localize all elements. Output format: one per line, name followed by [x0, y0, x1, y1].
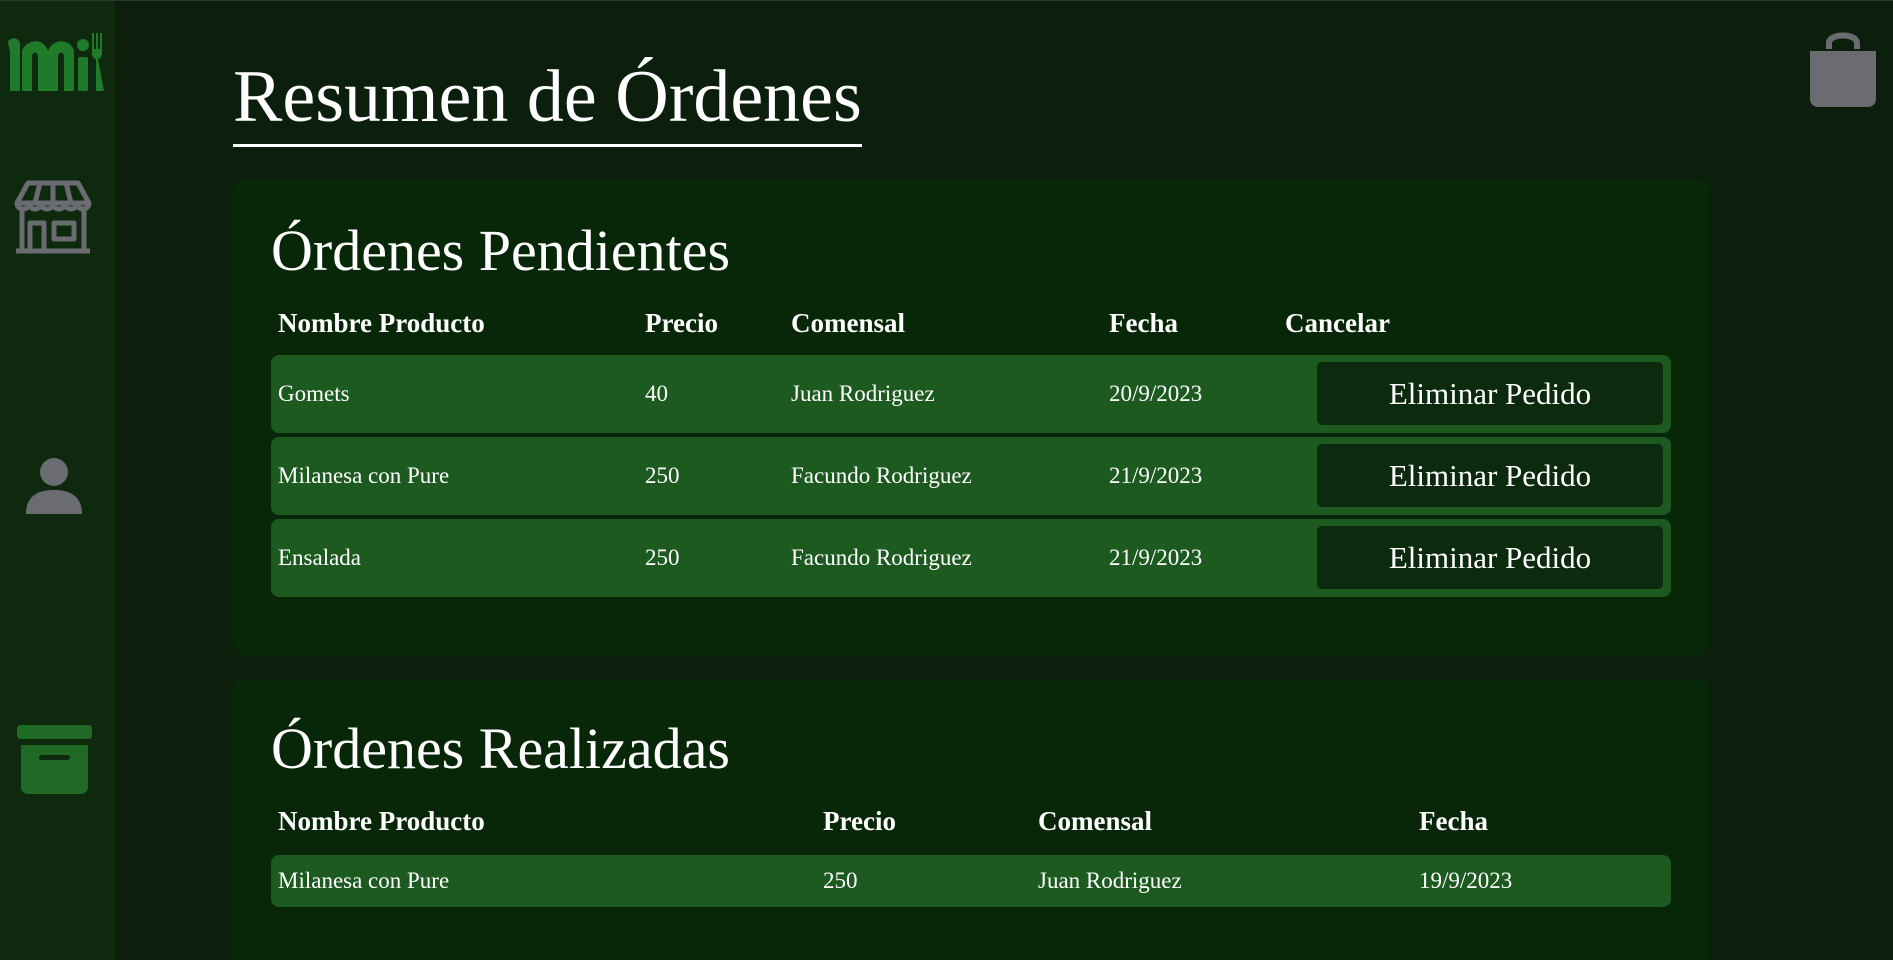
completed-orders-panel: Órdenes Realizadas Nombre Producto Preci… [233, 679, 1709, 960]
cell-date: 20/9/2023 [1109, 381, 1203, 406]
cell-price: 250 [645, 545, 680, 570]
cell-diner: Facundo Rodriguez [791, 545, 972, 570]
header-diner: Comensal [1038, 806, 1152, 836]
cell-price: 40 [645, 381, 668, 406]
header-date: Fecha [1419, 806, 1488, 836]
header-cancel: Cancelar [1285, 308, 1390, 338]
cell-product: Gomets [278, 381, 350, 406]
app-window: Resumen de Órdenes Órdenes Pendientes No… [0, 0, 1893, 960]
page-title: Resumen de Órdenes [233, 56, 862, 147]
delete-order-button[interactable]: Eliminar Pedido [1317, 362, 1663, 425]
header-price: Precio [645, 308, 718, 338]
table-row: Gomets 40 Juan Rodriguez 20/9/2023 Elimi… [271, 355, 1671, 433]
shopping-bag-icon[interactable] [1808, 29, 1878, 109]
pending-orders-panel: Órdenes Pendientes Nombre Producto Preci… [233, 179, 1709, 655]
cell-product: Milanesa con Pure [278, 463, 450, 488]
cell-date: 19/9/2023 [1419, 868, 1513, 893]
user-icon[interactable] [24, 456, 84, 516]
pending-orders-title: Órdenes Pendientes [271, 218, 731, 283]
cell-diner: Facundo Rodriguez [791, 463, 972, 488]
sidebar [0, 1, 115, 960]
cell-diner: Juan Rodriguez [791, 381, 935, 406]
delete-order-button[interactable]: Eliminar Pedido [1317, 526, 1663, 589]
archive-icon[interactable] [17, 725, 92, 795]
table-row: Milanesa con Pure 250 Facundo Rodriguez … [271, 437, 1671, 515]
header-product: Nombre Producto [278, 308, 485, 338]
table-row: Milanesa con Pure 250 Juan Rodriguez 19/… [271, 855, 1671, 907]
header-product: Nombre Producto [278, 806, 485, 836]
header-diner: Comensal [791, 308, 905, 338]
cell-price: 250 [645, 463, 680, 488]
completed-orders-title: Órdenes Realizadas [271, 716, 730, 781]
cell-product: Ensalada [278, 545, 362, 570]
header-price: Precio [823, 806, 896, 836]
delete-order-button[interactable]: Eliminar Pedido [1317, 444, 1663, 507]
cell-price: 250 [823, 868, 858, 893]
store-icon[interactable] [14, 179, 92, 255]
logo-icon[interactable] [4, 31, 114, 95]
cell-date: 21/9/2023 [1109, 545, 1203, 570]
cell-product: Milanesa con Pure [278, 868, 450, 893]
header-date: Fecha [1109, 308, 1178, 338]
cell-date: 21/9/2023 [1109, 463, 1203, 488]
table-row: Ensalada 250 Facundo Rodriguez 21/9/2023… [271, 519, 1671, 597]
cell-diner: Juan Rodriguez [1038, 868, 1182, 893]
